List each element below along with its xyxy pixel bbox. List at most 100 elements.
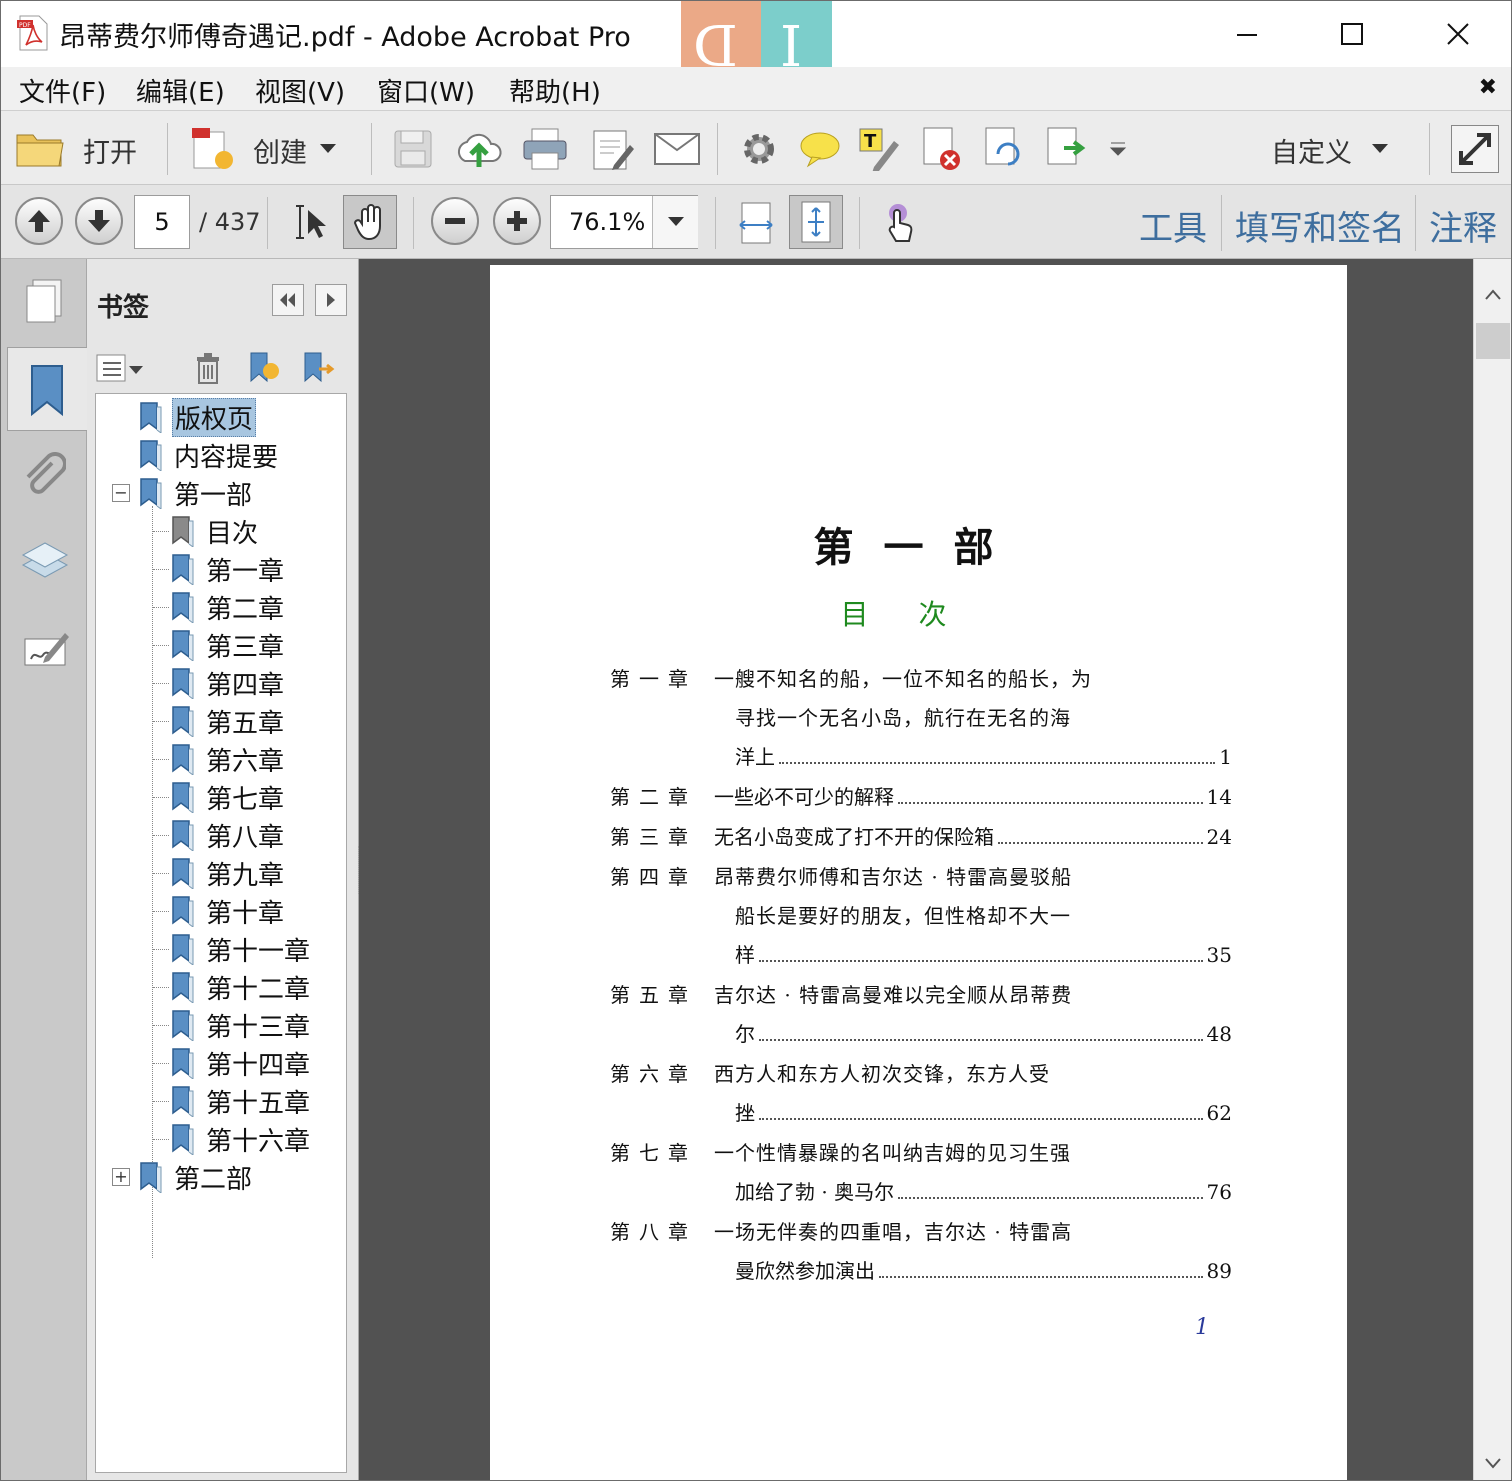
zoom-in-button[interactable]: [493, 197, 541, 245]
bookmark-label[interactable]: 第十五章: [204, 1083, 312, 1120]
new-bookmark-button[interactable]: [245, 349, 283, 387]
bookmark-item[interactable]: 第七章: [170, 778, 286, 816]
toc-chapter-number[interactable]: 第三章: [610, 821, 697, 850]
bookmark-label[interactable]: 第四章: [204, 665, 286, 702]
toc-chapter-number[interactable]: 第五章: [610, 979, 697, 1008]
zoom-select[interactable]: 76.1%: [550, 195, 698, 249]
toc-entry-row[interactable]: 尔 48: [735, 1018, 1232, 1047]
bookmark-label[interactable]: 第三章: [204, 627, 286, 664]
expand-node-button[interactable]: +: [112, 1168, 130, 1186]
toc-entry-row[interactable]: 无名小岛变成了打不开的保险箱 24: [714, 821, 1232, 850]
select-tool-button[interactable]: [287, 199, 333, 245]
hand-tool-button[interactable]: [343, 195, 397, 249]
rotate-pages-icon[interactable]: [981, 125, 1027, 173]
open-label[interactable]: 打开: [83, 131, 137, 170]
bookmark-item[interactable]: 第二章: [170, 588, 286, 626]
menu-file[interactable]: 文件(F): [19, 72, 106, 109]
email-icon[interactable]: [651, 129, 703, 169]
bookmark-label[interactable]: 第二部: [172, 1159, 254, 1196]
menu-window[interactable]: 窗口(W): [377, 72, 475, 109]
bookmark-options-button[interactable]: [95, 351, 147, 385]
fit-page-button[interactable]: [789, 195, 843, 249]
toc-entry-text[interactable]: 一场无伴奏的四重唱，吉尔达 · 特雷高: [714, 1216, 1072, 1245]
bookmark-label[interactable]: 第二章: [204, 589, 286, 626]
scroll-down-icon[interactable]: [1485, 1457, 1501, 1469]
bookmark-item[interactable]: 第一章: [170, 550, 286, 588]
bookmark-item[interactable]: 第一部: [138, 474, 254, 512]
gear-icon[interactable]: [737, 127, 781, 171]
vertical-scrollbar[interactable]: [1473, 259, 1511, 1480]
bookmark-item[interactable]: 第五章: [170, 702, 286, 740]
touch-read-mode-button[interactable]: [877, 199, 923, 247]
page-thumbnails-button[interactable]: [19, 277, 69, 327]
minimize-button[interactable]: [1212, 11, 1282, 57]
toc-entry-row[interactable]: 样 35: [735, 939, 1232, 968]
create-label[interactable]: 创建: [253, 131, 307, 170]
bookmark-item[interactable]: 第十五章: [170, 1082, 312, 1120]
bookmark-label[interactable]: 第十六章: [204, 1121, 312, 1158]
menu-help[interactable]: 帮助(H): [509, 72, 601, 109]
next-page-button[interactable]: [75, 197, 123, 245]
bookmark-label[interactable]: 第六章: [204, 741, 286, 778]
attachments-button[interactable]: [19, 447, 69, 501]
toc-entry-text[interactable]: 吉尔达 · 特雷高曼难以完全顺从昂蒂费: [714, 979, 1072, 1008]
cloud-upload-icon[interactable]: [453, 125, 505, 173]
toc-entry-row[interactable]: 曼欣然参加演出 89: [735, 1255, 1232, 1284]
save-icon[interactable]: [391, 127, 435, 171]
toolbar-overflow-icon[interactable]: [1109, 141, 1127, 157]
bookmark-item[interactable]: 第十四章: [170, 1044, 312, 1082]
toc-chapter-number[interactable]: 第六章: [610, 1058, 697, 1087]
bookmark-item[interactable]: 第十二章: [170, 968, 312, 1006]
bookmark-label[interactable]: 版权页: [172, 397, 257, 437]
bookmark-item[interactable]: 第十章: [170, 892, 286, 930]
bookmark-item[interactable]: 第三章: [170, 626, 286, 664]
chevron-down-icon[interactable]: [1371, 143, 1389, 155]
fullscreen-button[interactable]: [1451, 125, 1499, 173]
bookmark-label[interactable]: 第七章: [204, 779, 286, 816]
bookmark-label[interactable]: 第一章: [204, 551, 286, 588]
bookmark-item[interactable]: 第八章: [170, 816, 286, 854]
toc-chapter-number[interactable]: 第二章: [610, 781, 697, 810]
create-pdf-icon[interactable]: [189, 125, 237, 173]
bookmark-item[interactable]: 第六章: [170, 740, 286, 778]
toc-entry-text[interactable]: 昂蒂费尔师傅和吉尔达 · 特雷高曼驳船: [714, 861, 1072, 890]
open-button[interactable]: [13, 125, 67, 171]
toc-entry-text[interactable]: 西方人和东方人初次交锋，东方人受: [714, 1058, 1050, 1087]
customize-label[interactable]: 自定义: [1271, 131, 1352, 170]
bookmark-label[interactable]: 第八章: [204, 817, 286, 854]
bookmark-item[interactable]: 第九章: [170, 854, 286, 892]
delete-pages-icon[interactable]: [919, 125, 965, 173]
bookmark-item[interactable]: 第十六章: [170, 1120, 312, 1158]
bookmark-item[interactable]: 第十一章: [170, 930, 312, 968]
chevron-down-icon[interactable]: [319, 143, 337, 155]
toc-entry-text[interactable]: 一个性情暴躁的名叫纳吉姆的见习生强: [714, 1137, 1071, 1166]
zoom-dropdown-button[interactable]: [652, 196, 698, 248]
expand-bookmark-button[interactable]: [299, 349, 337, 387]
expand-panel-button[interactable]: [315, 284, 347, 316]
layers-button[interactable]: [17, 531, 73, 587]
tools-pane-link[interactable]: 工具: [1139, 201, 1207, 250]
toc-chapter-number[interactable]: 第七章: [610, 1137, 697, 1166]
toc-chapter-number[interactable]: 第一章: [610, 663, 697, 692]
bookmark-item[interactable]: 第四章: [170, 664, 286, 702]
toc-entry-row[interactable]: 挫 62: [735, 1097, 1232, 1126]
bookmark-label[interactable]: 第十三章: [204, 1007, 312, 1044]
maximize-button[interactable]: [1317, 11, 1387, 57]
close-document-icon[interactable]: ✖: [1479, 75, 1497, 100]
bookmark-item[interactable]: 内容提要: [138, 436, 280, 474]
close-window-button[interactable]: [1423, 11, 1493, 57]
bookmark-label[interactable]: 第十四章: [204, 1045, 312, 1082]
bookmark-label[interactable]: 第九章: [204, 855, 286, 892]
edit-document-icon[interactable]: [591, 125, 637, 173]
toc-chapter-number[interactable]: 第八章: [610, 1216, 697, 1245]
toc-entry-text[interactable]: 船长是要好的朋友，但性格却不大一: [735, 900, 1071, 929]
toc-chapter-number[interactable]: 第四章: [610, 861, 697, 890]
extract-pages-icon[interactable]: [1043, 125, 1089, 173]
scrollbar-thumb[interactable]: [1476, 323, 1510, 359]
menu-view[interactable]: 视图(V): [255, 72, 345, 109]
comment-icon[interactable]: [797, 127, 843, 171]
bookmarks-tab[interactable]: [7, 347, 88, 431]
toc-entry-text[interactable]: 一艘不知名的船，一位不知名的船长，为: [714, 663, 1092, 692]
bookmark-label[interactable]: 第一部: [172, 475, 254, 512]
typewriter-icon[interactable]: T: [857, 125, 903, 173]
